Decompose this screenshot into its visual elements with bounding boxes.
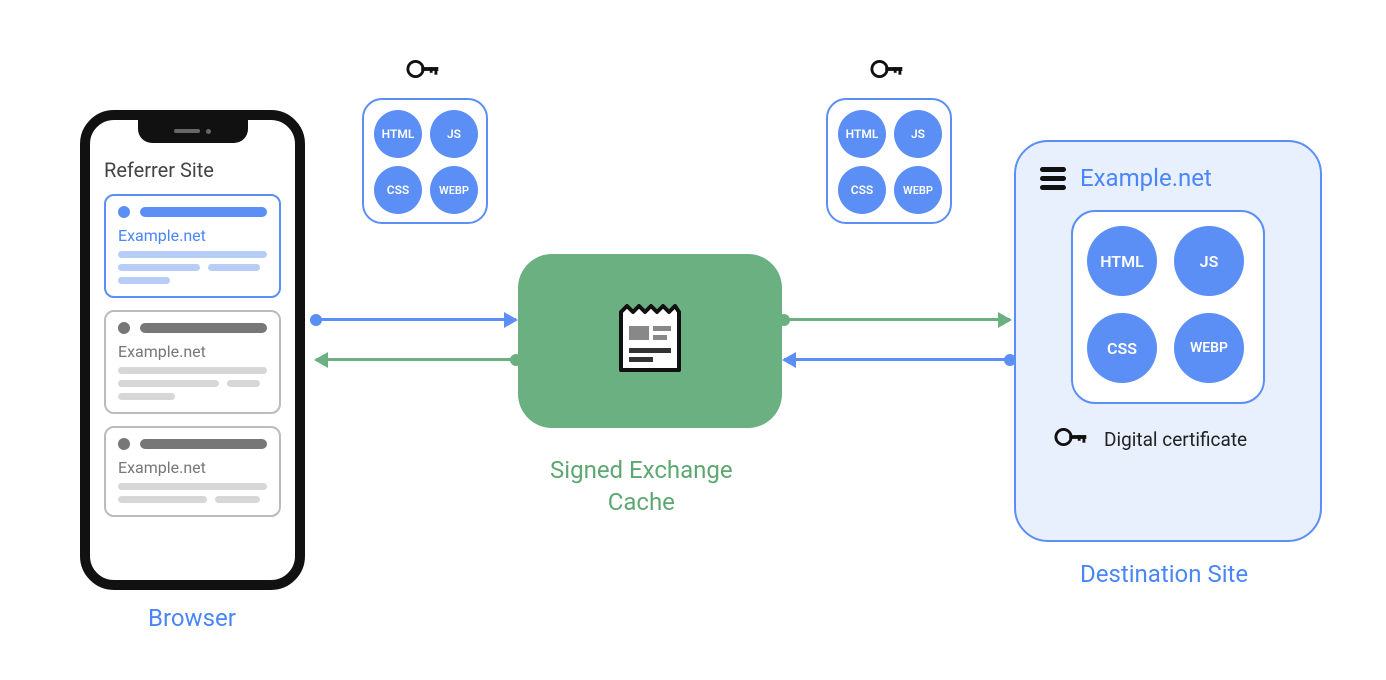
hamburger-icon (1040, 167, 1066, 190)
resource-chip-js: JS (1174, 226, 1244, 296)
card-domain: Example.net (118, 342, 267, 361)
result-card: Example.net (104, 194, 281, 298)
card-domain: Example.net (118, 458, 267, 477)
browser-label: Browser (148, 604, 236, 632)
resource-pack: HTML JS CSS WEBP (1071, 210, 1265, 404)
destination-site: Example.net HTML JS CSS WEBP Digital cer… (1014, 140, 1322, 542)
resource-chip-js: JS (430, 110, 478, 158)
key-icon (870, 58, 908, 84)
resource-chip-css: CSS (838, 166, 886, 214)
card-domain: Example.net (118, 226, 267, 245)
result-card: Example.net (104, 426, 281, 517)
resource-pack: HTML JS CSS WEBP (826, 98, 952, 224)
resource-chip-webp: WEBP (430, 166, 478, 214)
resource-chip-html: HTML (1087, 226, 1157, 296)
result-card: Example.net (104, 310, 281, 414)
resource-chip-js: JS (894, 110, 942, 158)
resource-chip-webp: WEBP (1174, 313, 1244, 383)
resource-chip-html: HTML (374, 110, 422, 158)
phone-mockup: Referrer Site Example.net Example.net Ex… (80, 110, 305, 590)
signed-exchange-cache (518, 254, 782, 428)
receipt-icon (617, 304, 683, 378)
key-icon (1054, 426, 1092, 452)
arrow-cache-to-destination (784, 318, 1010, 321)
key-icon (406, 58, 444, 84)
destination-host: Example.net (1080, 164, 1212, 192)
resource-chip-css: CSS (1087, 313, 1157, 383)
certificate-label: Digital certificate (1104, 428, 1247, 451)
phone-notch (138, 119, 248, 143)
resource-chip-html: HTML (838, 110, 886, 158)
arrow-cache-to-browser (316, 358, 516, 361)
resource-pack: HTML JS CSS WEBP (362, 98, 488, 224)
cache-label: Signed Exchange Cache (550, 454, 733, 519)
resource-chip-css: CSS (374, 166, 422, 214)
arrow-destination-to-cache (784, 358, 1010, 361)
referrer-title: Referrer Site (104, 158, 281, 182)
destination-label: Destination Site (1080, 560, 1248, 588)
arrow-browser-to-cache (316, 318, 516, 321)
resource-chip-webp: WEBP (894, 166, 942, 214)
